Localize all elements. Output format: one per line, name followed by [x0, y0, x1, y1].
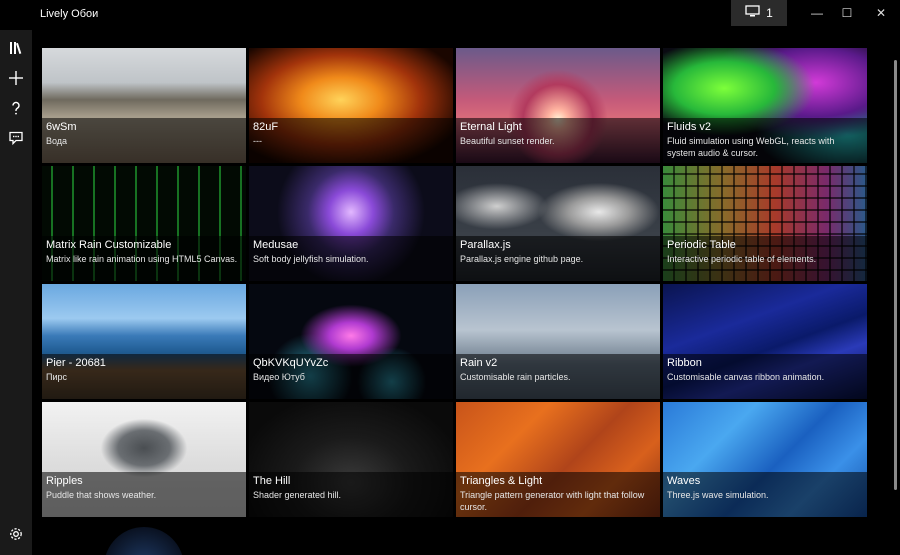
tile-caption: Fluids v2 Fluid simulation using WebGL, …	[663, 118, 867, 163]
tile-caption: Waves Three.js wave simulation.	[663, 472, 867, 517]
wallpaper-description: Customisable canvas ribbon animation.	[667, 372, 825, 382]
monitor-count: 1	[766, 6, 773, 20]
maximize-button[interactable]: ☐	[830, 0, 864, 26]
monitor-icon	[745, 5, 760, 21]
wallpaper-tile[interactable]: Rain v2 Customisable rain particles.	[456, 284, 660, 399]
wallpaper-title: QbKVKqUYvZc	[253, 357, 329, 369]
wallpaper-title: 82uF	[253, 121, 279, 133]
wallpaper-description: Soft body jellyfish simulation.	[253, 254, 369, 264]
wallpaper-tile[interactable]: Eternal Light Beautiful sunset render.	[456, 48, 660, 163]
tile-caption: Medusae Soft body jellyfish simulation.	[249, 236, 453, 281]
wallpaper-tile-selected[interactable]: QbKVKqUYvZc Видео Ютуб	[249, 284, 453, 399]
tile-caption: QbKVKqUYvZc Видео Ютуб	[249, 354, 453, 399]
tile-caption: Rain v2 Customisable rain particles.	[456, 354, 660, 399]
tile-caption: Ribbon Customisable canvas ribbon animat…	[663, 354, 867, 399]
wallpaper-description: ---	[253, 136, 262, 146]
wallpaper-title: Ribbon	[667, 357, 702, 369]
wallpaper-description: Parallax.js engine github page.	[460, 254, 584, 264]
tile-caption: Matrix Rain Customizable Matrix like rai…	[42, 236, 246, 281]
wallpaper-description: Three.js wave simulation.	[667, 490, 769, 500]
wallpaper-tile[interactable]: Medusae Soft body jellyfish simulation.	[249, 166, 453, 281]
wallpaper-tile[interactable]: Fluids v2 Fluid simulation using WebGL, …	[663, 48, 867, 163]
feedback-icon[interactable]	[4, 126, 28, 150]
tile-caption: The Hill Shader generated hill.	[249, 472, 453, 517]
wallpaper-description: Пирс	[46, 372, 68, 382]
wallpaper-tile[interactable]: The Hill Shader generated hill.	[249, 402, 453, 517]
wallpaper-description: Interactive periodic table of elements.	[667, 254, 817, 264]
close-button[interactable]: ✕	[864, 0, 898, 26]
wallpaper-title: Pier - 20681	[46, 357, 106, 369]
wallpaper-title: Parallax.js	[460, 239, 511, 251]
wallpaper-description: Triangle pattern generator with light th…	[460, 490, 645, 512]
wallpaper-title: Periodic Table	[667, 239, 736, 251]
tile-caption: Ripples Puddle that shows weather.	[42, 472, 246, 517]
wallpaper-tile-partial	[104, 527, 184, 555]
wallpaper-description: Shader generated hill.	[253, 490, 342, 500]
title-bar: Lively Обои 1 — ☐ ✕	[0, 0, 900, 30]
wallpaper-title: Matrix Rain Customizable	[46, 239, 172, 251]
add-icon[interactable]	[4, 66, 28, 90]
wallpaper-tile[interactable]: Parallax.js Parallax.js engine github pa…	[456, 166, 660, 281]
library-view: 6wSm Вода 82uF --- Eternal Light Beautif…	[32, 30, 892, 555]
wallpaper-tile[interactable]: 82uF ---	[249, 48, 453, 163]
wallpaper-description: Вода	[46, 136, 68, 146]
settings-icon[interactable]	[4, 522, 28, 546]
wallpaper-tile[interactable]: Waves Three.js wave simulation.	[663, 402, 867, 517]
tile-caption: Periodic Table Interactive periodic tabl…	[663, 236, 867, 281]
wallpaper-title: Medusae	[253, 239, 299, 251]
wallpaper-title: Ripples	[46, 475, 83, 487]
monitor-select-button[interactable]: 1	[731, 0, 787, 26]
tile-caption: Pier - 20681 Пирс	[42, 354, 246, 399]
scrollbar-thumb[interactable]	[894, 60, 897, 490]
wallpaper-tile[interactable]: Ripples Puddle that shows weather.	[42, 402, 246, 517]
tile-caption: Eternal Light Beautiful sunset render.	[456, 118, 660, 163]
wallpaper-tile[interactable]: Matrix Rain Customizable Matrix like rai…	[42, 166, 246, 281]
wallpaper-title: Triangles & Light	[460, 475, 543, 487]
wallpaper-title: Rain v2	[460, 357, 498, 369]
wallpaper-description: Beautiful sunset render.	[460, 136, 555, 146]
minimize-button[interactable]: —	[800, 0, 834, 26]
wallpaper-description: Puddle that shows weather.	[46, 490, 157, 500]
library-icon[interactable]	[4, 36, 28, 60]
tile-caption: Parallax.js Parallax.js engine github pa…	[456, 236, 660, 281]
wallpaper-title: Eternal Light	[460, 121, 522, 133]
wallpaper-title: Fluids v2	[667, 121, 712, 133]
wallpaper-tile[interactable]: Triangles & Light Triangle pattern gener…	[456, 402, 660, 517]
tile-caption: 6wSm Вода	[42, 118, 246, 163]
sidebar	[0, 30, 32, 555]
wallpaper-tile[interactable]: 6wSm Вода	[42, 48, 246, 163]
wallpaper-tile[interactable]: Pier - 20681 Пирс	[42, 284, 246, 399]
wallpaper-description: Matrix like rain animation using HTML5 C…	[46, 254, 238, 264]
wallpaper-title: Waves	[667, 475, 701, 487]
app-title: Lively Обои	[40, 8, 99, 20]
scrollbar[interactable]	[892, 30, 900, 555]
tile-caption: 82uF ---	[249, 118, 453, 163]
wallpaper-title: 6wSm	[46, 121, 77, 133]
wallpaper-description: Customisable rain particles.	[460, 372, 571, 382]
tile-caption: Triangles & Light Triangle pattern gener…	[456, 472, 660, 517]
wallpaper-tile[interactable]: Ribbon Customisable canvas ribbon animat…	[663, 284, 867, 399]
wallpaper-title: The Hill	[253, 475, 291, 487]
wallpaper-tile[interactable]: Periodic Table Interactive periodic tabl…	[663, 166, 867, 281]
wallpaper-description: Видео Ютуб	[253, 372, 305, 382]
help-icon[interactable]	[4, 96, 28, 120]
wallpaper-description: Fluid simulation using WebGL, reacts wit…	[667, 136, 835, 158]
